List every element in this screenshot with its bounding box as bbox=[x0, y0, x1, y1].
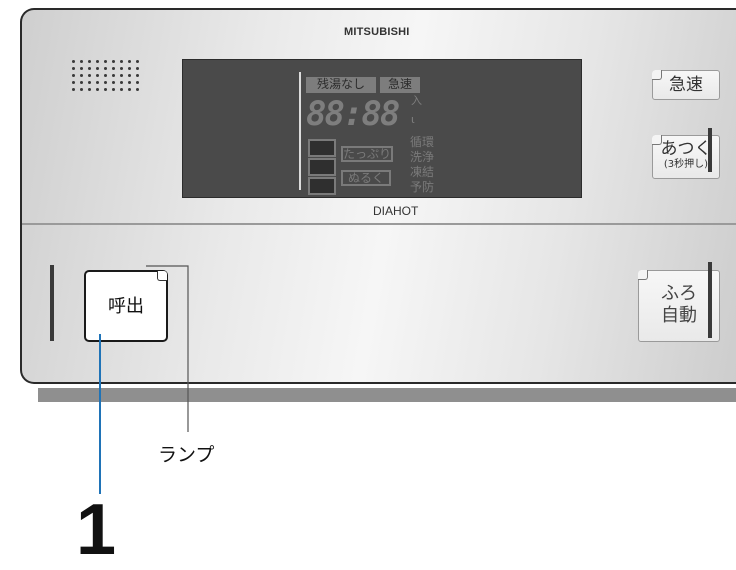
lamp-callout-label: ランプ bbox=[158, 444, 215, 466]
callout-number: 1 bbox=[76, 490, 117, 570]
lamp-leader-line bbox=[146, 265, 189, 432]
leader-lines bbox=[99, 265, 189, 494]
